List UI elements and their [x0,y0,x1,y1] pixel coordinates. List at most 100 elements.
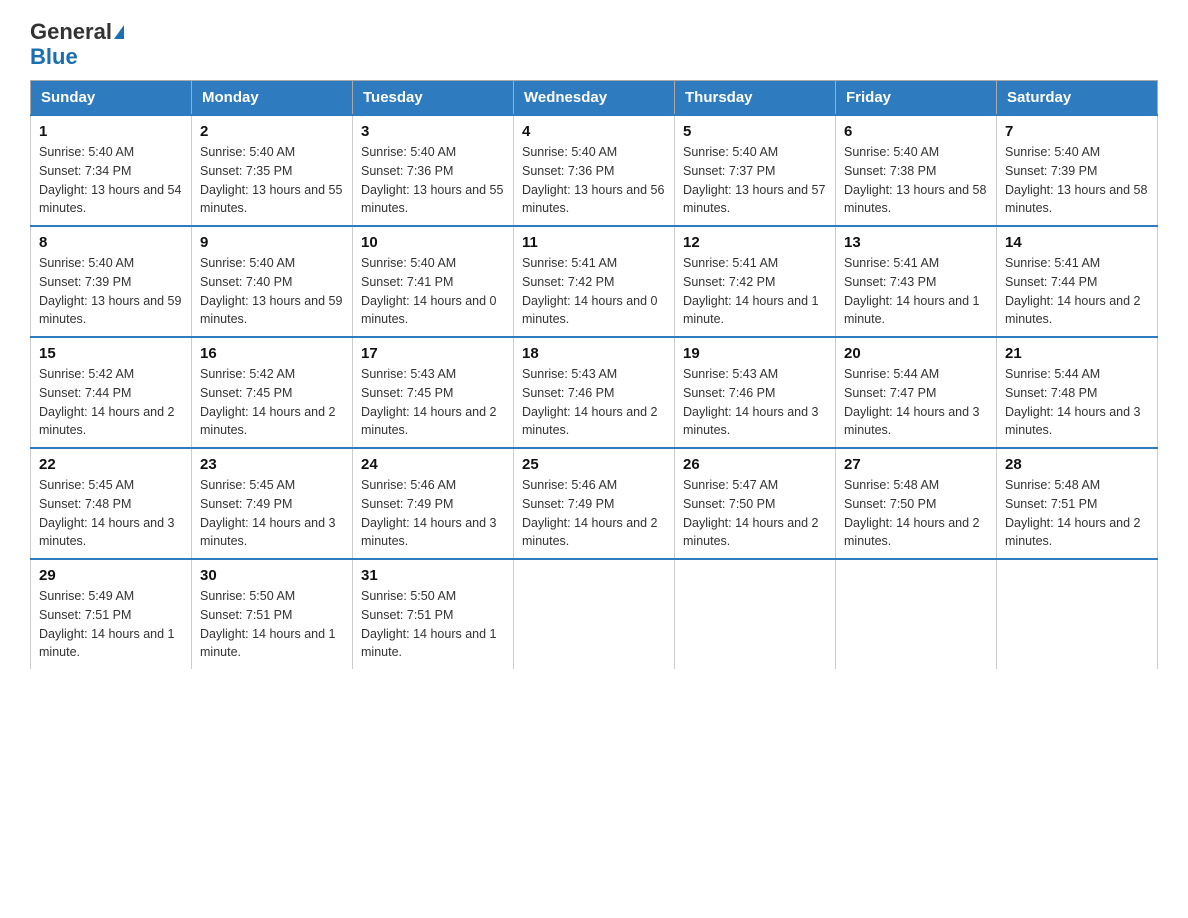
logo-blue-text: Blue [30,44,78,70]
day-info: Sunrise: 5:45 AMSunset: 7:49 PMDaylight:… [200,478,336,548]
day-cell-8: 8 Sunrise: 5:40 AMSunset: 7:39 PMDayligh… [31,226,192,337]
empty-cell [675,559,836,669]
day-number: 9 [200,234,344,251]
day-number: 16 [200,345,344,362]
day-info: Sunrise: 5:43 AMSunset: 7:45 PMDaylight:… [361,367,497,437]
day-cell-12: 12 Sunrise: 5:41 AMSunset: 7:42 PMDaylig… [675,226,836,337]
day-number: 26 [683,456,827,473]
day-info: Sunrise: 5:40 AMSunset: 7:35 PMDaylight:… [200,145,342,215]
day-info: Sunrise: 5:40 AMSunset: 7:36 PMDaylight:… [361,145,503,215]
logo-general-text: General [30,20,112,44]
day-cell-26: 26 Sunrise: 5:47 AMSunset: 7:50 PMDaylig… [675,448,836,559]
day-cell-15: 15 Sunrise: 5:42 AMSunset: 7:44 PMDaylig… [31,337,192,448]
day-cell-2: 2 Sunrise: 5:40 AMSunset: 7:35 PMDayligh… [192,115,353,226]
day-info: Sunrise: 5:40 AMSunset: 7:39 PMDaylight:… [39,256,181,326]
weekday-header-saturday: Saturday [997,81,1158,116]
day-number: 25 [522,456,666,473]
day-cell-30: 30 Sunrise: 5:50 AMSunset: 7:51 PMDaylig… [192,559,353,669]
day-cell-31: 31 Sunrise: 5:50 AMSunset: 7:51 PMDaylig… [353,559,514,669]
day-cell-18: 18 Sunrise: 5:43 AMSunset: 7:46 PMDaylig… [514,337,675,448]
day-number: 27 [844,456,988,473]
day-cell-13: 13 Sunrise: 5:41 AMSunset: 7:43 PMDaylig… [836,226,997,337]
day-info: Sunrise: 5:40 AMSunset: 7:36 PMDaylight:… [522,145,664,215]
day-number: 18 [522,345,666,362]
day-cell-25: 25 Sunrise: 5:46 AMSunset: 7:49 PMDaylig… [514,448,675,559]
day-cell-20: 20 Sunrise: 5:44 AMSunset: 7:47 PMDaylig… [836,337,997,448]
day-info: Sunrise: 5:45 AMSunset: 7:48 PMDaylight:… [39,478,175,548]
day-info: Sunrise: 5:42 AMSunset: 7:44 PMDaylight:… [39,367,175,437]
day-cell-1: 1 Sunrise: 5:40 AMSunset: 7:34 PMDayligh… [31,115,192,226]
weekday-header-friday: Friday [836,81,997,116]
day-info: Sunrise: 5:44 AMSunset: 7:48 PMDaylight:… [1005,367,1141,437]
logo-triangle-icon [114,25,124,39]
day-cell-3: 3 Sunrise: 5:40 AMSunset: 7:36 PMDayligh… [353,115,514,226]
day-info: Sunrise: 5:43 AMSunset: 7:46 PMDaylight:… [522,367,658,437]
day-info: Sunrise: 5:40 AMSunset: 7:34 PMDaylight:… [39,145,181,215]
day-number: 17 [361,345,505,362]
day-cell-16: 16 Sunrise: 5:42 AMSunset: 7:45 PMDaylig… [192,337,353,448]
empty-cell [836,559,997,669]
day-cell-10: 10 Sunrise: 5:40 AMSunset: 7:41 PMDaylig… [353,226,514,337]
week-row-3: 15 Sunrise: 5:42 AMSunset: 7:44 PMDaylig… [31,337,1158,448]
week-row-1: 1 Sunrise: 5:40 AMSunset: 7:34 PMDayligh… [31,115,1158,226]
weekday-header-sunday: Sunday [31,81,192,116]
day-info: Sunrise: 5:50 AMSunset: 7:51 PMDaylight:… [200,589,336,659]
day-info: Sunrise: 5:43 AMSunset: 7:46 PMDaylight:… [683,367,819,437]
day-number: 1 [39,123,183,140]
day-info: Sunrise: 5:46 AMSunset: 7:49 PMDaylight:… [522,478,658,548]
weekday-header-tuesday: Tuesday [353,81,514,116]
day-cell-11: 11 Sunrise: 5:41 AMSunset: 7:42 PMDaylig… [514,226,675,337]
day-cell-6: 6 Sunrise: 5:40 AMSunset: 7:38 PMDayligh… [836,115,997,226]
day-info: Sunrise: 5:48 AMSunset: 7:50 PMDaylight:… [844,478,980,548]
day-cell-28: 28 Sunrise: 5:48 AMSunset: 7:51 PMDaylig… [997,448,1158,559]
week-row-4: 22 Sunrise: 5:45 AMSunset: 7:48 PMDaylig… [31,448,1158,559]
day-info: Sunrise: 5:44 AMSunset: 7:47 PMDaylight:… [844,367,980,437]
calendar-table: SundayMondayTuesdayWednesdayThursdayFrid… [30,80,1158,669]
day-number: 8 [39,234,183,251]
day-info: Sunrise: 5:50 AMSunset: 7:51 PMDaylight:… [361,589,497,659]
day-number: 30 [200,567,344,584]
day-number: 11 [522,234,666,251]
day-number: 31 [361,567,505,584]
day-number: 12 [683,234,827,251]
day-info: Sunrise: 5:40 AMSunset: 7:40 PMDaylight:… [200,256,342,326]
day-number: 28 [1005,456,1149,473]
day-info: Sunrise: 5:42 AMSunset: 7:45 PMDaylight:… [200,367,336,437]
day-number: 3 [361,123,505,140]
day-number: 20 [844,345,988,362]
day-cell-29: 29 Sunrise: 5:49 AMSunset: 7:51 PMDaylig… [31,559,192,669]
day-cell-4: 4 Sunrise: 5:40 AMSunset: 7:36 PMDayligh… [514,115,675,226]
day-number: 24 [361,456,505,473]
day-number: 7 [1005,123,1149,140]
day-cell-19: 19 Sunrise: 5:43 AMSunset: 7:46 PMDaylig… [675,337,836,448]
day-cell-22: 22 Sunrise: 5:45 AMSunset: 7:48 PMDaylig… [31,448,192,559]
day-info: Sunrise: 5:40 AMSunset: 7:39 PMDaylight:… [1005,145,1147,215]
day-number: 10 [361,234,505,251]
day-info: Sunrise: 5:49 AMSunset: 7:51 PMDaylight:… [39,589,175,659]
day-number: 5 [683,123,827,140]
day-number: 22 [39,456,183,473]
day-info: Sunrise: 5:40 AMSunset: 7:37 PMDaylight:… [683,145,825,215]
week-row-5: 29 Sunrise: 5:49 AMSunset: 7:51 PMDaylig… [31,559,1158,669]
day-number: 21 [1005,345,1149,362]
day-number: 29 [39,567,183,584]
day-info: Sunrise: 5:41 AMSunset: 7:42 PMDaylight:… [522,256,658,326]
day-number: 2 [200,123,344,140]
day-info: Sunrise: 5:46 AMSunset: 7:49 PMDaylight:… [361,478,497,548]
weekday-header-row: SundayMondayTuesdayWednesdayThursdayFrid… [31,81,1158,116]
empty-cell [514,559,675,669]
day-cell-24: 24 Sunrise: 5:46 AMSunset: 7:49 PMDaylig… [353,448,514,559]
weekday-header-monday: Monday [192,81,353,116]
day-info: Sunrise: 5:40 AMSunset: 7:38 PMDaylight:… [844,145,986,215]
day-info: Sunrise: 5:41 AMSunset: 7:43 PMDaylight:… [844,256,980,326]
day-number: 6 [844,123,988,140]
day-cell-14: 14 Sunrise: 5:41 AMSunset: 7:44 PMDaylig… [997,226,1158,337]
day-cell-5: 5 Sunrise: 5:40 AMSunset: 7:37 PMDayligh… [675,115,836,226]
day-cell-7: 7 Sunrise: 5:40 AMSunset: 7:39 PMDayligh… [997,115,1158,226]
day-info: Sunrise: 5:40 AMSunset: 7:41 PMDaylight:… [361,256,497,326]
page-header: General Blue [30,20,1158,70]
day-cell-27: 27 Sunrise: 5:48 AMSunset: 7:50 PMDaylig… [836,448,997,559]
day-cell-17: 17 Sunrise: 5:43 AMSunset: 7:45 PMDaylig… [353,337,514,448]
weekday-header-thursday: Thursday [675,81,836,116]
day-number: 14 [1005,234,1149,251]
